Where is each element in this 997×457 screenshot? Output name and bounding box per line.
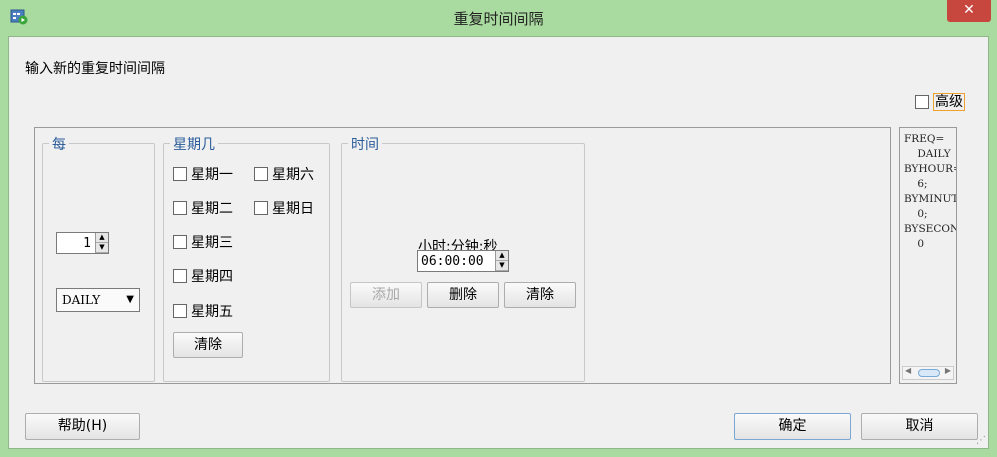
cancel-button[interactable]: 取消	[861, 413, 978, 440]
every-group: 每 1 ▲ ▼ DAILY ▼	[42, 134, 155, 382]
rrule-text: FREQ= DAILY BYHOUR= 6; BYMINUTE= 0; BYSE…	[904, 133, 957, 250]
weekday-group: 星期几 星期一 星期六 星期二 星期日 星期三 星期四 星期五 清除	[163, 134, 330, 382]
title-bar[interactable]: 重复时间间隔 ✕	[0, 0, 997, 36]
checkbox-icon[interactable]	[915, 95, 929, 109]
weekday-label: 星期二	[191, 201, 233, 217]
frequency-dropdown[interactable]: DAILY ▼	[56, 288, 140, 312]
help-button[interactable]: 帮助(H)	[25, 413, 140, 440]
stepper-arrows[interactable]: ▲ ▼	[95, 233, 108, 253]
every-legend: 每	[49, 134, 69, 154]
weekday-checkbox-mon[interactable]: 星期一	[173, 164, 233, 184]
dialog-body: 输入新的重复时间间隔 高级 每 1 ▲ ▼ DAILY ▼ 星期几 星期一 星期…	[8, 36, 989, 449]
window-title: 重复时间间隔	[453, 10, 544, 28]
checkbox-icon[interactable]	[173, 201, 187, 215]
weekday-checkbox-sun[interactable]: 星期日	[254, 198, 314, 218]
scroll-right-icon[interactable]: ▶	[945, 366, 951, 375]
scroll-thumb[interactable]	[918, 369, 940, 377]
weekday-label: 星期三	[191, 235, 233, 251]
time-legend: 时间	[348, 134, 382, 154]
interval-value[interactable]: 1	[57, 236, 95, 251]
instruction-text: 输入新的重复时间间隔	[25, 61, 165, 77]
time-clear-button[interactable]: 清除	[504, 282, 576, 308]
weekday-label: 星期六	[272, 167, 314, 183]
time-delete-button[interactable]: 删除	[427, 282, 499, 308]
weekday-label: 星期四	[191, 269, 233, 285]
weekday-checkbox-tue[interactable]: 星期二	[173, 198, 233, 218]
weekday-clear-button[interactable]: 清除	[173, 332, 243, 358]
time-stepper[interactable]: 06:00:00 ▲ ▼	[417, 250, 509, 272]
resize-grip-icon[interactable]: ⋰	[976, 435, 986, 446]
chevron-down-icon[interactable]: ▼	[126, 289, 134, 311]
frequency-value: DAILY	[62, 293, 101, 307]
time-value[interactable]: 06:00:00	[418, 254, 495, 269]
stepper-up-icon[interactable]: ▲	[496, 251, 508, 261]
stepper-down-icon[interactable]: ▼	[496, 261, 508, 271]
checkbox-icon[interactable]	[254, 201, 268, 215]
time-group: 时间 小时:分钟:秒 06:00:00 ▲ ▼ 添加 删除 清除	[341, 134, 585, 382]
weekday-checkbox-wed[interactable]: 星期三	[173, 232, 233, 252]
stepper-arrows[interactable]: ▲ ▼	[495, 251, 508, 271]
dialog-window: 重复时间间隔 ✕ 输入新的重复时间间隔 高级 每 1 ▲ ▼ DAILY ▼ 星…	[0, 0, 997, 457]
weekday-legend: 星期几	[170, 134, 218, 154]
ok-button[interactable]: 确定	[734, 413, 851, 440]
weekday-checkbox-sat[interactable]: 星期六	[254, 164, 314, 184]
checkbox-icon[interactable]	[173, 167, 187, 181]
rrule-preview-panel[interactable]: FREQ= DAILY BYHOUR= 6; BYMINUTE= 0; BYSE…	[899, 127, 957, 384]
weekday-label: 星期一	[191, 167, 233, 183]
weekday-label: 星期五	[191, 304, 233, 320]
checkbox-icon[interactable]	[254, 167, 268, 181]
checkbox-icon[interactable]	[173, 235, 187, 249]
weekday-label: 星期日	[272, 201, 314, 217]
weekday-checkbox-thu[interactable]: 星期四	[173, 266, 233, 286]
close-button[interactable]: ✕	[947, 0, 991, 22]
checkbox-icon[interactable]	[173, 304, 187, 318]
advanced-label: 高级	[933, 93, 965, 111]
interval-stepper[interactable]: 1 ▲ ▼	[56, 232, 109, 254]
weekday-checkbox-fri[interactable]: 星期五	[173, 301, 233, 321]
time-add-button[interactable]: 添加	[350, 282, 422, 308]
schedule-panel: 每 1 ▲ ▼ DAILY ▼ 星期几 星期一 星期六 星期二 星期日 星期三 …	[34, 127, 891, 384]
horizontal-scrollbar[interactable]: ◀ ▶	[902, 366, 954, 380]
scroll-left-icon[interactable]: ◀	[905, 366, 911, 375]
checkbox-icon[interactable]	[173, 269, 187, 283]
advanced-checkbox[interactable]: 高级	[915, 92, 965, 112]
stepper-down-icon[interactable]: ▼	[96, 243, 108, 253]
stepper-up-icon[interactable]: ▲	[96, 233, 108, 243]
